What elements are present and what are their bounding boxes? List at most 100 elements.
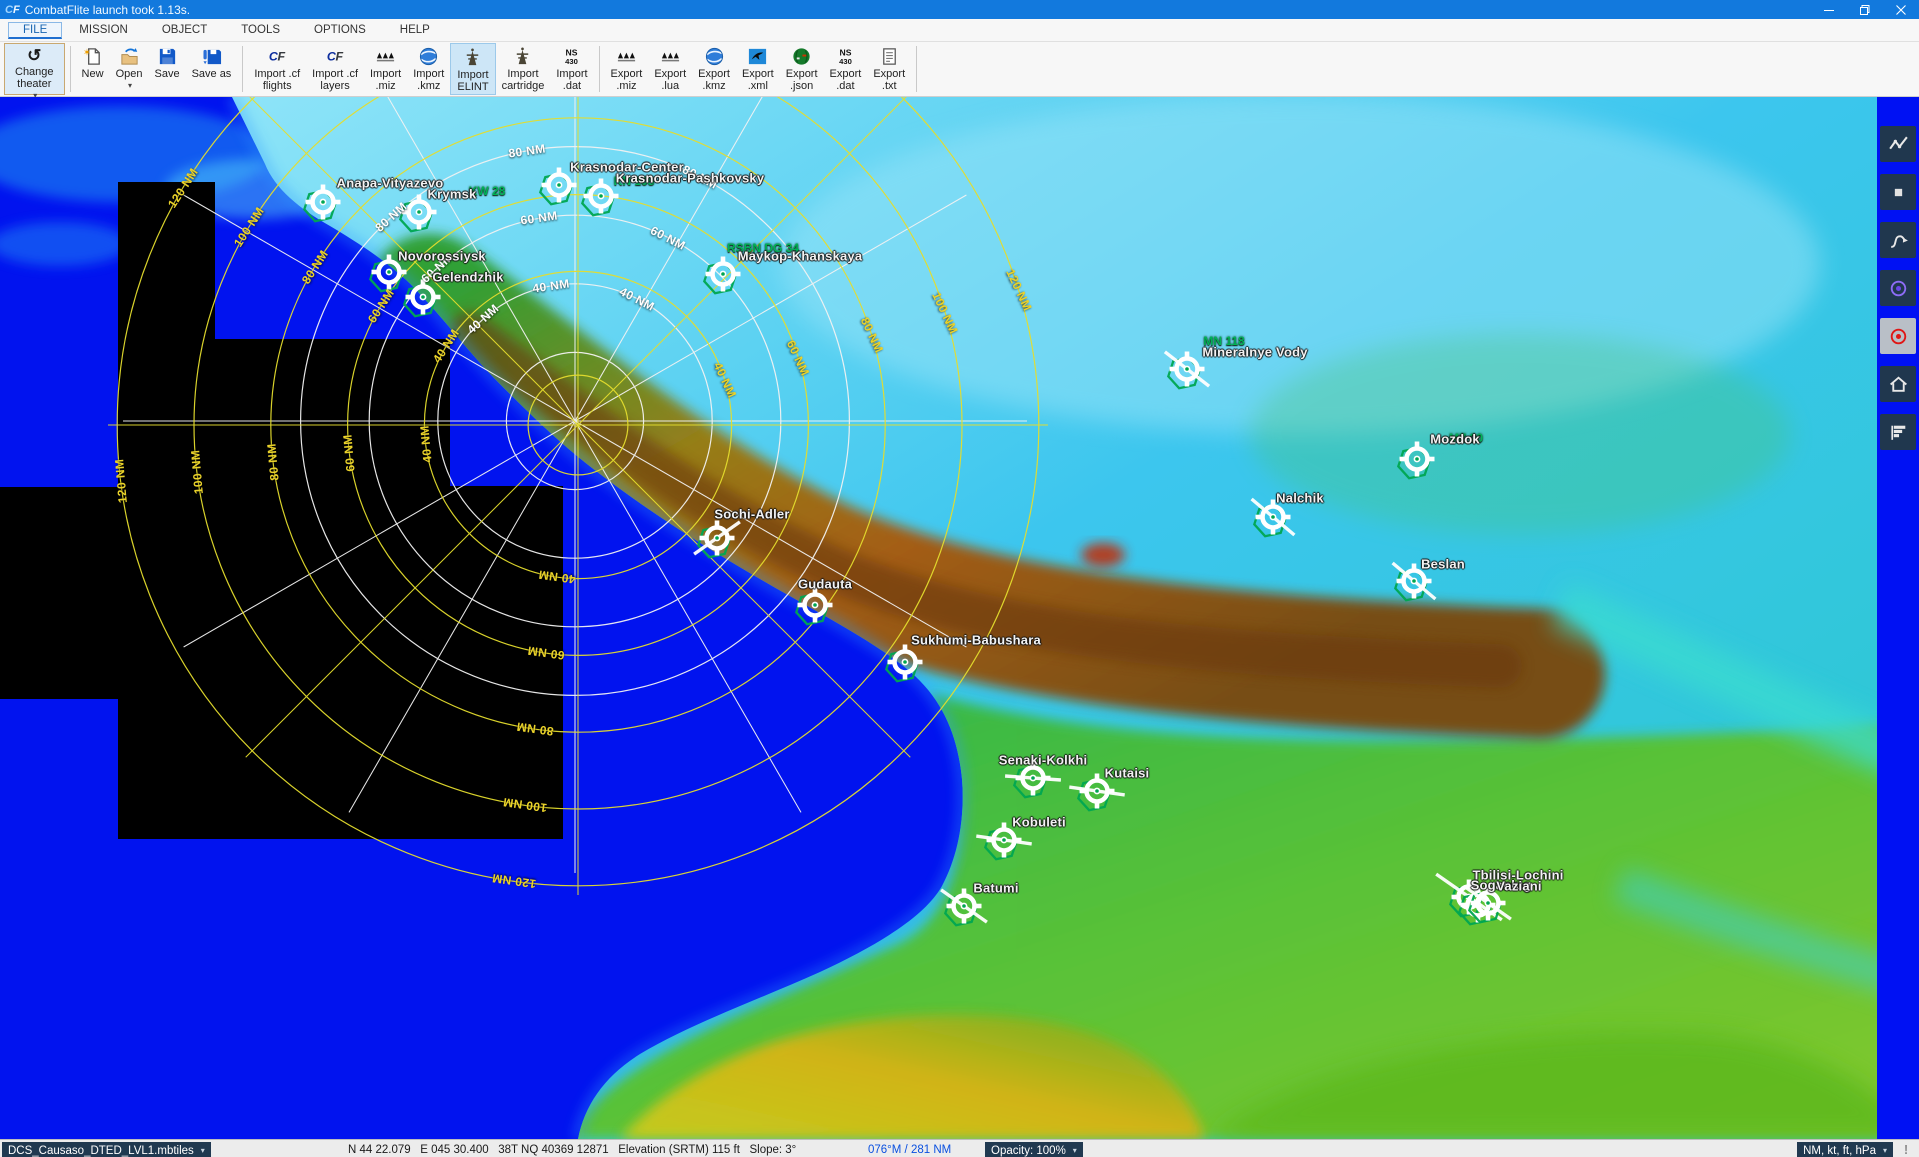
dcs-icon — [616, 45, 637, 68]
toolbar-export-lua[interactable]: Export.lua — [648, 43, 692, 95]
bullseye-red-icon — [1887, 325, 1910, 348]
toolbar-import-cf-layers[interactable]: CFImport .cflayers — [306, 43, 364, 95]
units-selector[interactable]: NM, kt, ft, hPa▾ — [1797, 1142, 1893, 1157]
opacity-label: Opacity: 100% — [991, 1145, 1066, 1157]
menu-help[interactable]: HELP — [383, 22, 447, 38]
toolbar-label: cartridge — [502, 80, 545, 92]
toolbar-label: Export — [698, 68, 730, 80]
report-tool[interactable] — [1880, 414, 1916, 450]
toolbar-export-json[interactable]: Export.json — [780, 43, 824, 95]
bullseye-red-tool[interactable] — [1880, 318, 1916, 354]
toolbar-label: theater — [17, 78, 51, 90]
map-source-selector[interactable]: DCS_Causaso_DTED_LVL1.mbtiles▾ — [2, 1142, 211, 1157]
terrain-map — [0, 97, 1919, 1139]
toolbar-import-kmz[interactable]: Import.kmz — [407, 43, 450, 95]
square-icon — [1887, 181, 1910, 204]
toolbar-label: flights — [263, 80, 292, 92]
ns430-icon: NS430 — [561, 45, 582, 68]
toolbar-change-theater[interactable]: ↺Changetheater▾ — [4, 43, 65, 95]
map-source-label: DCS_Causaso_DTED_LVL1.mbtiles — [8, 1145, 194, 1157]
menu-object[interactable]: OBJECT — [145, 22, 224, 38]
toolbar-label: Export — [830, 68, 862, 80]
close-button[interactable] — [1883, 0, 1919, 19]
toolbar-label: Change — [15, 66, 54, 78]
dcs-icon — [660, 45, 681, 68]
toolbar-label: New — [82, 68, 104, 80]
open-icon — [119, 45, 140, 68]
home-icon — [1887, 373, 1910, 396]
antenna-icon — [512, 45, 533, 68]
bullseye-purple-icon — [1887, 277, 1910, 300]
toolbar-label: .kmz — [702, 80, 725, 92]
menu-bar: FILEMISSIONOBJECTTOOLSOPTIONSHELP — [0, 19, 1919, 42]
save-icon — [157, 45, 178, 68]
toolbar-separator — [70, 46, 71, 92]
toolbar: ↺Changetheater▾✶NewOpen▾SaveSave asCFImp… — [0, 42, 1919, 97]
toolbar-import-cartridge[interactable]: Importcartridge — [496, 43, 551, 95]
toolbar-label: .dat — [563, 80, 581, 92]
toolbar-separator — [916, 46, 917, 92]
toolbar-new[interactable]: ✶ New — [76, 43, 110, 95]
toolbar-label: Export — [742, 68, 774, 80]
toolbar-export-txt[interactable]: Export.txt — [867, 43, 911, 95]
txt-icon — [879, 45, 900, 68]
toolbar-label: Export — [786, 68, 818, 80]
toolbar-label: Save as — [192, 68, 232, 80]
warning-icon[interactable]: ! — [1899, 1142, 1913, 1157]
minimize-button[interactable] — [1811, 0, 1847, 19]
menu-file[interactable]: FILE — [8, 22, 62, 39]
toolbar-label: .miz — [616, 80, 636, 92]
toolbar-label: Export — [873, 68, 905, 80]
toolbar-import-elint[interactable]: ImportELINT — [450, 43, 495, 95]
combatflite-window: CF CombatFlite launch took 1.13s. FILEMI… — [0, 0, 1919, 1157]
saveas-icon — [201, 45, 222, 68]
map-canvas[interactable]: 40 NM40 NM40 NM60 NM60 NM60 NM80 NM80 NM… — [0, 97, 1919, 1139]
cfblue-icon — [747, 45, 768, 68]
toolbar-open[interactable]: Open▾ — [110, 43, 149, 95]
toolbar-export-miz[interactable]: Export.miz — [605, 43, 649, 95]
toolbar-import-cf-flights[interactable]: CFImport .cfflights — [248, 43, 306, 95]
spline-icon — [1887, 229, 1910, 252]
svg-text:✶: ✶ — [83, 48, 91, 59]
square-tool[interactable] — [1880, 174, 1916, 210]
toolbar-export-dat[interactable]: NS430Export.dat — [824, 43, 868, 95]
opacity-selector[interactable]: Opacity: 100% ▾ — [985, 1142, 1083, 1157]
chevron-down-icon: ▾ — [1073, 1146, 1077, 1155]
chevron-down-icon: ▾ — [1883, 1146, 1887, 1155]
cursor-coordinates: N 44 22.079 E 045 30.400 38T NQ 40369 12… — [348, 1144, 796, 1156]
svg-text:430: 430 — [566, 57, 579, 66]
toolbar-label: .kmz — [417, 80, 440, 92]
toolbar-separator — [599, 46, 600, 92]
toolbar-separator — [242, 46, 243, 92]
map-tool-strip — [1877, 97, 1919, 1139]
toolbar-label: .miz — [376, 80, 396, 92]
toolbar-import-dat[interactable]: NS430Import.dat — [550, 43, 593, 95]
toolbar-label: Import .cf — [254, 68, 300, 80]
toolbar-export-xml[interactable]: Export.xml — [736, 43, 780, 95]
toolbar-import-miz[interactable]: Import.miz — [364, 43, 407, 95]
bullseye-blue-tool[interactable] — [1880, 270, 1916, 306]
maximize-button[interactable] — [1847, 0, 1883, 19]
toolbar-label: Export — [654, 68, 686, 80]
home-tool[interactable] — [1880, 366, 1916, 402]
spline-tool[interactable] — [1880, 222, 1916, 258]
menu-mission[interactable]: MISSION — [62, 22, 145, 38]
toolbar-label: Import — [413, 68, 444, 80]
toolbar-label: Import — [370, 68, 401, 80]
toolbar-label: .txt — [882, 80, 897, 92]
menu-tools[interactable]: TOOLS — [224, 22, 297, 38]
svg-text:F: F — [335, 49, 343, 63]
antenna-icon — [462, 46, 483, 69]
reset-icon: ↺ — [27, 46, 41, 66]
bearing-range-readout: 076°M / 281 NM — [868, 1144, 951, 1156]
menu-options[interactable]: OPTIONS — [297, 22, 383, 38]
toolbar-export-kmz[interactable]: Export.kmz — [692, 43, 736, 95]
toolbar-label: .lua — [661, 80, 679, 92]
toolbar-label: Save — [154, 68, 179, 80]
status-bar: DCS_Causaso_DTED_LVL1.mbtiles▾ N 44 22.0… — [0, 1139, 1919, 1157]
toolbar-save-as[interactable]: Save as — [186, 43, 238, 95]
cf-icon: CF — [325, 45, 346, 68]
app-logo-icon: CF — [0, 4, 25, 16]
route-tool[interactable] — [1880, 126, 1916, 162]
toolbar-save[interactable]: Save — [148, 43, 185, 95]
